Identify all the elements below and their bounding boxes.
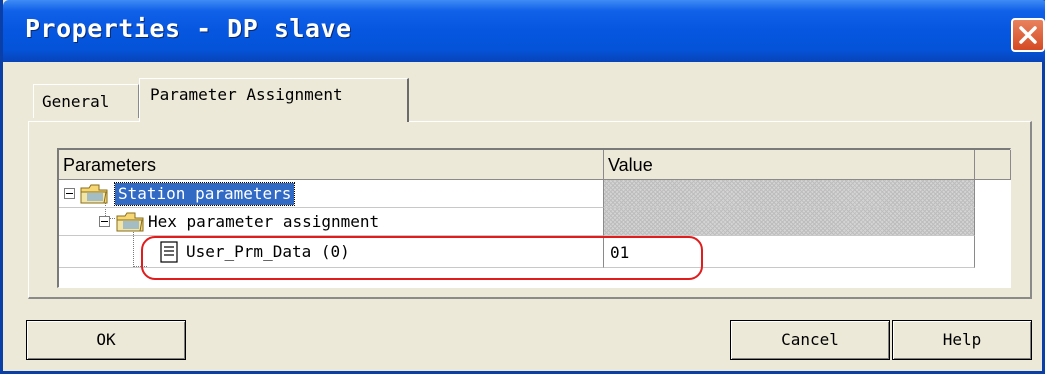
tab-general[interactable]: General bbox=[33, 84, 139, 118]
tab-parameter-assignment[interactable]: Parameter Assignment bbox=[139, 78, 409, 122]
parameters-grid: Parameters Value Station parameters Hex … bbox=[57, 148, 1011, 288]
tab-bar: General Parameter Assignment bbox=[3, 62, 1045, 122]
help-button[interactable]: Help bbox=[892, 320, 1032, 360]
tree-label: User_Prm_Data (0) bbox=[186, 242, 350, 261]
tree-row-station-parameters[interactable]: Station parameters bbox=[59, 180, 975, 208]
value-cell bbox=[604, 180, 975, 208]
tree-label: Hex parameter assignment bbox=[148, 212, 380, 231]
collapse-toggle[interactable] bbox=[99, 216, 110, 227]
column-header-value[interactable]: Value bbox=[604, 150, 975, 180]
folder-icon bbox=[116, 212, 144, 232]
collapse-toggle[interactable] bbox=[64, 188, 75, 199]
column-header-filler bbox=[975, 150, 1011, 180]
close-button[interactable] bbox=[1011, 18, 1045, 52]
parameter-cell: User_Prm_Data (0) bbox=[59, 236, 604, 268]
tree-row-hex-parameter-assignment[interactable]: Hex parameter assignment bbox=[59, 208, 975, 236]
folder-icon bbox=[80, 184, 108, 204]
document-icon bbox=[160, 241, 178, 263]
ok-button[interactable]: OK bbox=[26, 320, 186, 360]
value-cell bbox=[604, 208, 975, 236]
tree-label: Station parameters bbox=[113, 182, 296, 206]
title-bar[interactable]: Properties - DP slave bbox=[3, 0, 1045, 62]
tree-row-user-prm-data[interactable]: User_Prm_Data (0) 01 bbox=[59, 236, 975, 268]
column-header-parameters[interactable]: Parameters bbox=[59, 150, 604, 180]
cancel-button[interactable]: Cancel bbox=[730, 320, 890, 360]
parameter-cell: Station parameters bbox=[59, 180, 604, 208]
value-cell[interactable]: 01 bbox=[604, 236, 975, 268]
window-title: Properties - DP slave bbox=[25, 14, 352, 43]
parameter-cell: Hex parameter assignment bbox=[59, 208, 604, 236]
close-icon bbox=[1019, 26, 1037, 44]
